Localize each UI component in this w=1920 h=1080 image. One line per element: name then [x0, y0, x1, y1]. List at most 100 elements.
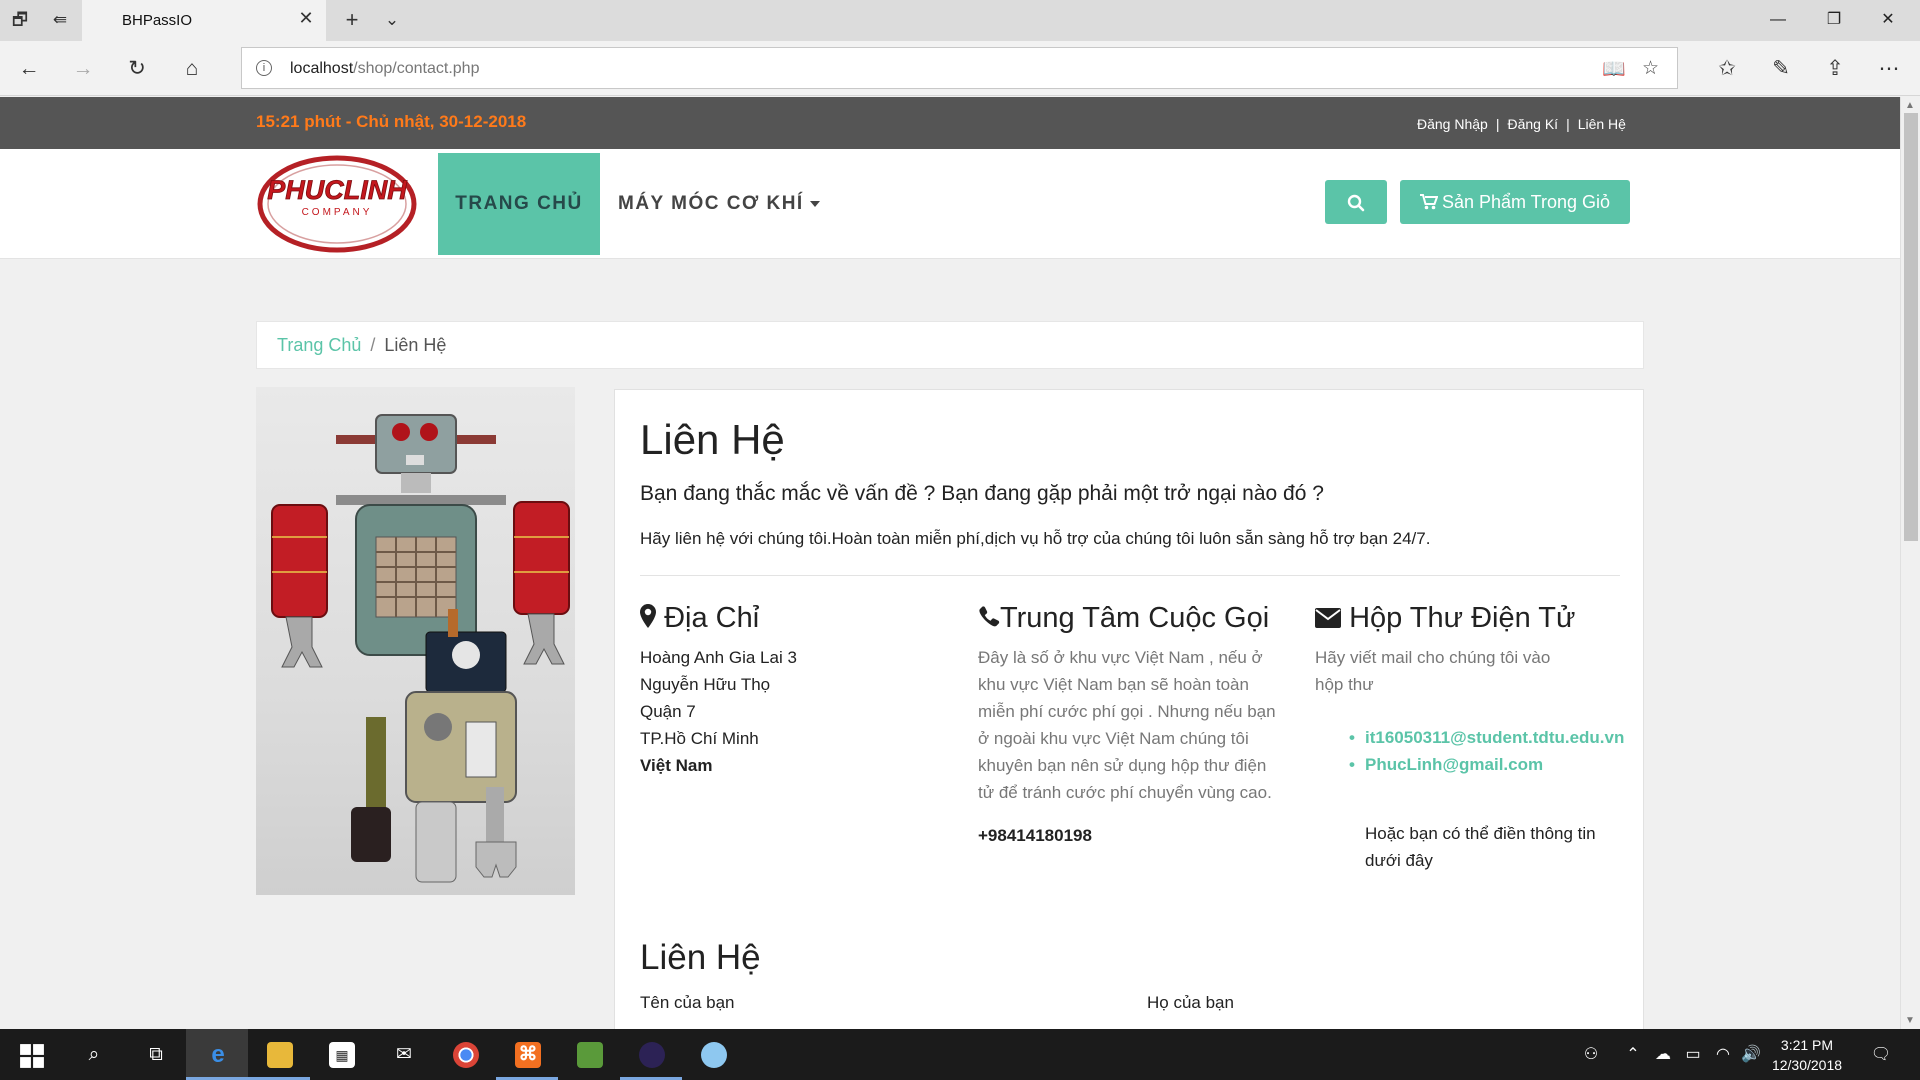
phone-number[interactable]: +98414180198 — [978, 822, 1278, 849]
tab-list-chevron-icon[interactable]: ⌄ — [380, 8, 404, 32]
taskbar-edge[interactable]: e — [186, 1029, 248, 1080]
wifi-icon[interactable]: ◠ — [1710, 1029, 1736, 1080]
site-info-icon[interactable]: i — [256, 60, 272, 76]
tab-close-icon[interactable]: ✕ — [294, 8, 318, 29]
mail-heading: Hộp Thư Điện Tử — [1315, 600, 1645, 638]
address-line: Quận 7 — [640, 701, 696, 721]
more-icon[interactable]: ⋯ — [1874, 54, 1904, 84]
onedrive-icon[interactable]: ☁ — [1650, 1029, 1676, 1080]
notepad-icon — [577, 1042, 603, 1068]
taskbar-notepad[interactable] — [558, 1029, 620, 1080]
scroll-up-icon[interactable]: ▲ — [1905, 100, 1915, 111]
address-line: Nguyễn Hữu Thọ — [640, 674, 771, 694]
browser-tab-bar: 🗗 ⇚ BHPassIO ✕ + ⌄ — ❐ ✕ — [0, 0, 1920, 41]
forward-icon[interactable]: → — [68, 54, 98, 84]
refresh-icon[interactable]: ↻ — [122, 54, 152, 84]
share-icon[interactable]: ⇪ — [1820, 54, 1850, 84]
top-link-separator: | — [1566, 116, 1570, 132]
search-button[interactable] — [1325, 180, 1387, 224]
battery-icon[interactable]: ▭ — [1680, 1029, 1706, 1080]
taskbar-eclipse[interactable] — [620, 1029, 682, 1080]
home-icon[interactable]: ⌂ — [177, 54, 207, 84]
breadcrumb-current: Liên Hệ — [384, 335, 447, 355]
taskbar-xampp[interactable]: ⌘ — [496, 1029, 558, 1080]
contact-panel: Liên Hệ Bạn đang thắc mắc về vấn đề ? Bạ… — [614, 389, 1644, 1029]
register-link[interactable]: Đăng Kí — [1507, 116, 1558, 132]
set-tabs-aside-icon[interactable]: ⇚ — [48, 8, 72, 32]
site-header: PHUCLINH COMPANY TRANG CHỦ MÁY MÓC CƠ KH… — [0, 149, 1900, 259]
favorites-hub-icon[interactable]: ✩ — [1712, 54, 1742, 84]
phone-icon — [978, 601, 1000, 638]
tray-chevron-icon[interactable]: ⌃ — [1620, 1029, 1646, 1080]
xampp-icon: ⌘ — [515, 1042, 541, 1068]
site-clock: 15:21 phút - Chủ nhật, 30-12-2018 — [256, 112, 527, 131]
taskbar-paint[interactable] — [682, 1029, 744, 1080]
start-button[interactable] — [0, 1029, 62, 1080]
logo-text: PHUCLINH — [267, 175, 407, 205]
edge-icon: e — [211, 1041, 225, 1068]
form-heading: Liên Hệ — [640, 938, 761, 977]
task-view-icon: ⧉ — [149, 1044, 163, 1065]
back-icon[interactable]: ← — [14, 54, 44, 84]
tab-title: BHPassIO — [122, 12, 193, 29]
email-link[interactable]: it16050311@student.tdtu.edu.vn — [1349, 724, 1645, 751]
page-scrollbar[interactable]: ▲ ▼ — [1900, 97, 1920, 1029]
notification-icon[interactable]: 🗨 — [1866, 1029, 1896, 1080]
taskbar-date: 12/30/2018 — [1771, 1057, 1843, 1073]
search-taskbar-button[interactable]: ⌕ — [62, 1029, 124, 1080]
people-icon[interactable]: ⚇ — [1578, 1029, 1604, 1080]
search-icon — [1347, 194, 1365, 212]
contact-link[interactable]: Liên Hệ — [1578, 116, 1626, 132]
contact-description: Hãy liên hệ với chúng tôi.Hoàn toàn miễn… — [640, 529, 1431, 548]
top-link-separator: | — [1495, 116, 1500, 132]
contact-title: Liên Hệ — [640, 416, 785, 463]
paint-icon — [701, 1042, 727, 1068]
email-list: it16050311@student.tdtu.edu.vn PhucLinh@… — [1315, 724, 1645, 778]
scroll-thumb[interactable] — [1904, 113, 1918, 541]
mail-column: Hộp Thư Điện Tử Hãy viết mail cho chúng … — [1315, 600, 1645, 874]
mail-note: Hoặc bạn có thể điền thông tin dưới đây — [1365, 823, 1596, 870]
envelope-icon — [1315, 601, 1341, 638]
eclipse-icon — [639, 1042, 665, 1068]
address-country: Việt Nam — [640, 755, 713, 775]
scroll-down-icon[interactable]: ▼ — [1905, 1015, 1915, 1026]
top-links: Đăng Nhập | Đăng Kí | Liên Hệ — [1417, 116, 1626, 132]
breadcrumb-home[interactable]: Trang Chủ — [277, 335, 361, 355]
tabs-aside-icon[interactable]: 🗗 — [8, 8, 32, 32]
taskbar-explorer[interactable] — [248, 1029, 310, 1080]
cart-label: Sản Phẩm Trong Giỏ — [1441, 192, 1611, 212]
web-note-icon[interactable]: ✎ — [1766, 54, 1796, 84]
close-window-icon[interactable]: ✕ — [1868, 6, 1908, 34]
browser-tab[interactable]: BHPassIO ✕ — [82, 0, 326, 41]
taskbar-mail[interactable]: ✉ — [372, 1029, 434, 1080]
logo-subtext: COMPANY — [302, 207, 373, 218]
divider — [640, 575, 1620, 576]
url-text[interactable]: localhost/shop/contact.php — [290, 60, 479, 78]
address-line: TP.Hồ Chí Minh — [640, 728, 759, 748]
taskbar-chrome[interactable] — [434, 1029, 496, 1080]
chrome-icon — [453, 1042, 479, 1068]
site-top-bar: 15:21 phút - Chủ nhật, 30-12-2018 Đăng N… — [0, 97, 1900, 149]
email-link[interactable]: PhucLinh@gmail.com — [1349, 751, 1645, 778]
restore-icon[interactable]: ❐ — [1814, 6, 1854, 34]
mail-intro: Hãy viết mail cho chúng tôi vào hộp thư — [1315, 647, 1551, 694]
address-bar[interactable]: i localhost/shop/contact.php 📖 ☆ — [241, 47, 1678, 89]
folder-icon — [267, 1042, 293, 1068]
site-logo[interactable]: PHUCLINH COMPANY — [256, 153, 418, 255]
favorite-star-icon[interactable]: ☆ — [1642, 57, 1659, 80]
taskbar-clock[interactable]: 3:21 PM 12/30/2018 — [1757, 1035, 1857, 1075]
nav-machinery-dropdown[interactable]: MÁY MÓC CƠ KHÍ — [618, 153, 820, 255]
minimize-icon[interactable]: — — [1758, 6, 1798, 34]
taskbar-store[interactable]: ▦ — [310, 1029, 372, 1080]
first-name-label: Tên của bạn — [640, 993, 735, 1012]
reading-view-icon[interactable]: 📖 — [1602, 57, 1626, 81]
cart-button[interactable]: Sản Phẩm Trong Giỏ — [1400, 180, 1630, 224]
map-marker-icon — [640, 601, 656, 638]
taskbar-search-icon: ⌕ — [88, 1044, 100, 1065]
task-view-button[interactable]: ⧉ — [124, 1029, 186, 1080]
mail-icon: ✉ — [396, 1044, 412, 1065]
new-tab-icon[interactable]: + — [340, 8, 364, 32]
nav-home[interactable]: TRANG CHỦ — [438, 153, 600, 255]
store-icon: ▦ — [329, 1042, 355, 1068]
login-link[interactable]: Đăng Nhập — [1417, 116, 1488, 132]
